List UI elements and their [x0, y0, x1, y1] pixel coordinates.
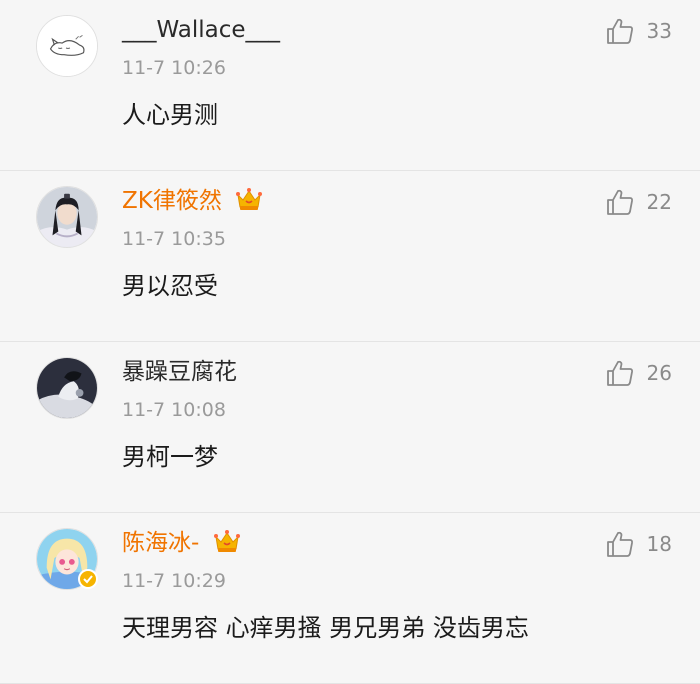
- comment-text: 男以忍受: [122, 272, 218, 300]
- thumbs-up-icon[interactable]: [605, 16, 635, 46]
- avatar[interactable]: [36, 357, 98, 419]
- like-button[interactable]: 18: [605, 529, 672, 559]
- comment-text: 男柯一梦: [122, 443, 218, 471]
- like-button[interactable]: 22: [605, 187, 672, 217]
- costume-portrait-avatar-icon: [37, 187, 97, 247]
- comment-item: ZK律筱然 11-7 10:35 男以忍受 22: [0, 171, 700, 342]
- like-count: 18: [646, 532, 672, 556]
- thumbs-up-icon[interactable]: [605, 187, 635, 217]
- comment-text: 人心男测: [122, 101, 218, 129]
- avatar[interactable]: [36, 186, 98, 248]
- like-button[interactable]: 26: [605, 358, 672, 388]
- thumbs-up-icon[interactable]: [605, 358, 635, 388]
- comment-item: 暴躁豆腐花 11-7 10:08 男柯一梦 26: [0, 342, 700, 513]
- comment-item: 陈海冰- 11-7 10:29 天理男容 心痒男搔 男兄男弟 没齿男忘 18: [0, 513, 700, 684]
- username[interactable]: ZK律筱然: [122, 185, 263, 217]
- crown-icon[interactable]: [235, 186, 263, 212]
- thumbs-up-icon[interactable]: [605, 529, 635, 559]
- like-count: 33: [646, 19, 672, 43]
- sleeping-cat-avatar-icon: [37, 16, 97, 76]
- like-count: 26: [646, 361, 672, 385]
- like-count: 22: [646, 190, 672, 214]
- comment-time: 11-7 10:08: [122, 399, 226, 421]
- username-text[interactable]: 陈海冰-: [122, 530, 199, 556]
- avatar[interactable]: [36, 15, 98, 77]
- comment-time: 11-7 10:35: [122, 228, 226, 250]
- username[interactable]: 暴躁豆腐花: [122, 356, 237, 388]
- dark-figure-avatar-icon: [37, 358, 97, 418]
- comment-text: 天理男容 心痒男搔 男兄男弟 没齿男忘: [122, 614, 529, 642]
- like-button[interactable]: 33: [605, 16, 672, 46]
- verified-badge-icon: [78, 569, 98, 589]
- crown-icon[interactable]: [213, 528, 241, 554]
- username[interactable]: 陈海冰-: [122, 527, 241, 559]
- username[interactable]: ___Wallace___: [122, 14, 280, 46]
- comment-item: ___Wallace___ 11-7 10:26 人心男测 33: [0, 0, 700, 171]
- username-text[interactable]: 暴躁豆腐花: [122, 359, 237, 385]
- comment-time: 11-7 10:29: [122, 570, 226, 592]
- username-text[interactable]: ZK律筱然: [122, 188, 222, 214]
- comment-time: 11-7 10:26: [122, 57, 226, 79]
- username-text[interactable]: ___Wallace___: [122, 17, 280, 43]
